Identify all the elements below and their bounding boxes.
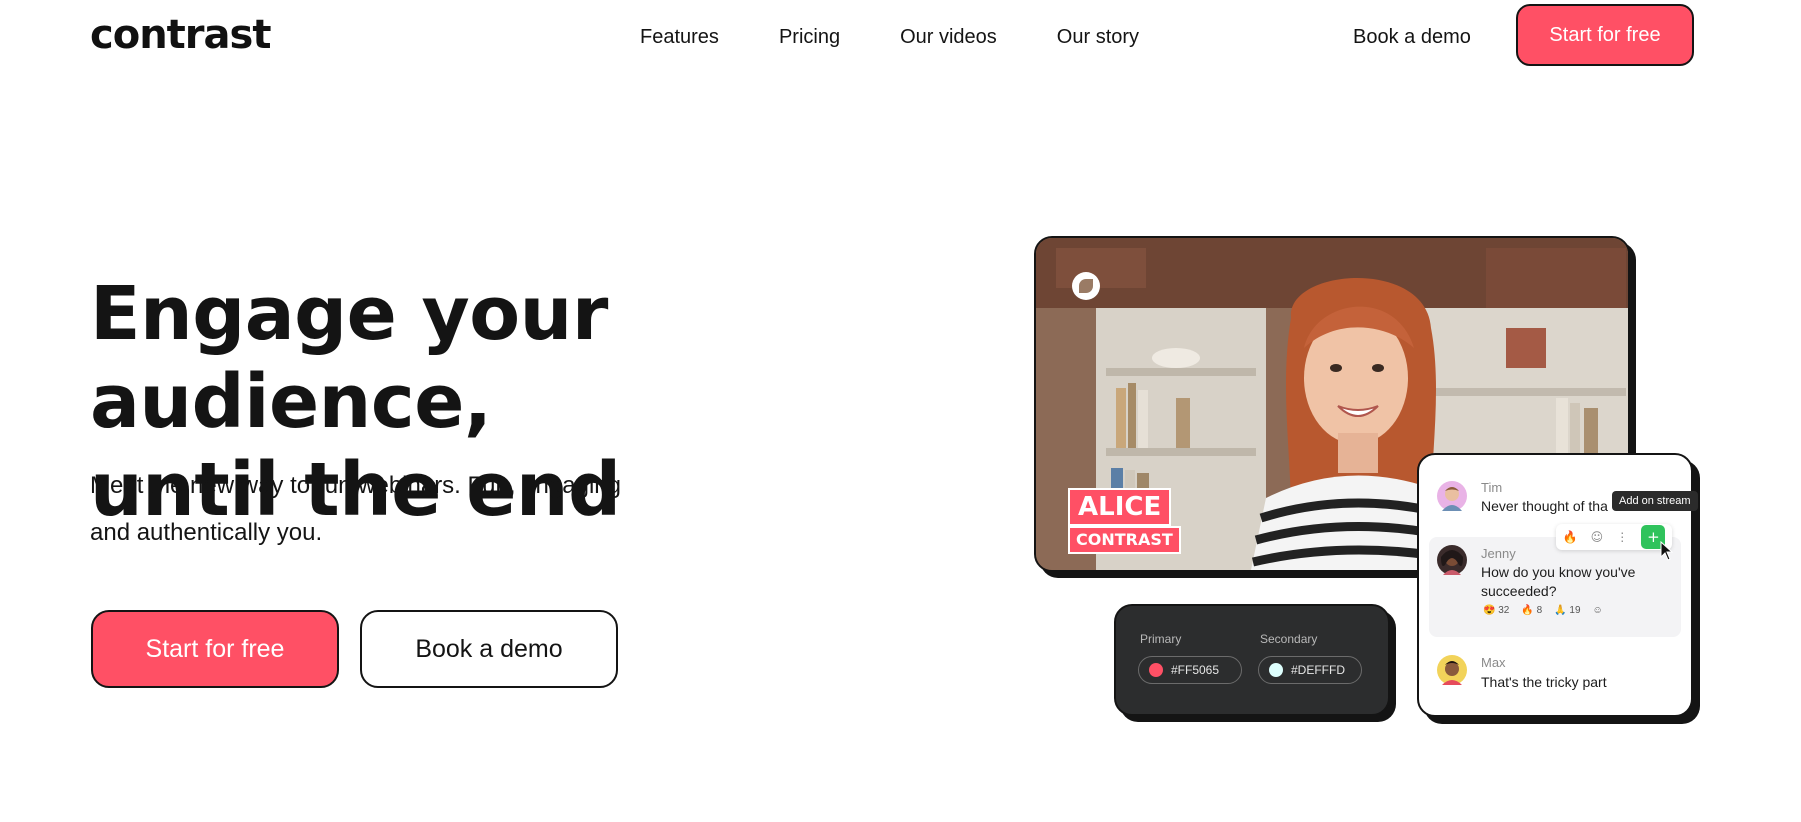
more-options-icon[interactable]: ⋮ (1616, 530, 1628, 544)
presenter-name-tag: ALICE CONTRAST (1068, 488, 1181, 554)
hero-subtitle: Meet the new way to run webinars. Fun, e… (90, 462, 710, 556)
primary-color-value: #FF5065 (1171, 663, 1220, 677)
nav-features[interactable]: Features (640, 24, 719, 50)
reaction-count: 19 (1569, 605, 1581, 616)
secondary-color-pill[interactable]: #DEFFFD (1258, 656, 1362, 684)
contrast-logo[interactable]: contrast (90, 12, 271, 58)
main-nav: Features Pricing Our videos Our story (640, 24, 1199, 50)
emoji-picker-icon[interactable]: ☺ (1591, 530, 1604, 544)
secondary-swatch-icon (1269, 663, 1283, 677)
brand-palette-card: Primary #FF5065 Secondary #DEFFFD (1114, 604, 1390, 716)
add-reaction-icon[interactable]: ☺ (1593, 605, 1603, 616)
avatar-tim (1437, 481, 1467, 511)
secondary-color-value: #DEFFFD (1291, 663, 1345, 677)
presenter-first-name: ALICE (1068, 488, 1172, 526)
fire-icon: 🔥 (1521, 605, 1534, 616)
hero-subtitle-line1: Meet the new way to run webinars. Fun, e… (90, 472, 621, 499)
hero-book-demo-button[interactable]: Book a demo (360, 610, 618, 688)
reaction-count: 8 (1536, 605, 1543, 616)
reaction-count: 32 (1498, 605, 1510, 616)
secondary-color-label: Secondary (1260, 632, 1318, 646)
primary-color-pill[interactable]: #FF5065 (1138, 656, 1242, 684)
primary-color-label: Primary (1140, 632, 1182, 646)
header-start-free-button[interactable]: Start for free (1516, 4, 1694, 66)
mouse-cursor-icon (1660, 541, 1674, 561)
reaction-heart-eyes[interactable]: 😍 32 (1483, 605, 1509, 616)
hero-start-free-button[interactable]: Start for free (91, 610, 339, 688)
nav-pricing[interactable]: Pricing (779, 24, 840, 50)
chat-text-jenny: How do you know you've succeeded? (1481, 564, 1636, 599)
header-book-demo-link[interactable]: Book a demo (1353, 24, 1471, 50)
reaction-bar: 😍 32 🔥 8 🙏 19 ☺ (1483, 605, 1603, 616)
avatar-max (1437, 655, 1467, 685)
avatar-jenny (1437, 545, 1467, 575)
primary-swatch-icon (1149, 663, 1163, 677)
chat-name-max: Max (1481, 655, 1506, 670)
nav-our-videos[interactable]: Our videos (900, 24, 997, 50)
message-action-bar: 🔥 ☺ ⋮ + (1556, 524, 1672, 550)
landing-page: contrast Features Pricing Our videos Our… (0, 0, 1801, 822)
reaction-fire[interactable]: 🔥 8 (1521, 605, 1542, 616)
heart-eyes-icon: 😍 (1483, 605, 1496, 616)
chat-name-tim: Tim (1481, 480, 1503, 495)
add-on-stream-tooltip: Add on stream (1612, 491, 1698, 511)
nav-our-story[interactable]: Our story (1057, 24, 1139, 50)
reaction-pray[interactable]: 🙏 19 (1554, 605, 1580, 616)
presenter-last-name: CONTRAST (1068, 526, 1181, 554)
hero-title-line1: Engage your audience, (90, 271, 608, 445)
contrast-watermark-icon (1072, 272, 1100, 300)
pray-icon: 🙏 (1554, 605, 1567, 616)
chat-name-jenny: Jenny (1481, 546, 1516, 561)
chat-text-max: That's the tricky part (1481, 674, 1607, 690)
fire-react-icon[interactable]: 🔥 (1563, 530, 1578, 544)
hero-subtitle-line2: and authentically you. (90, 519, 323, 546)
